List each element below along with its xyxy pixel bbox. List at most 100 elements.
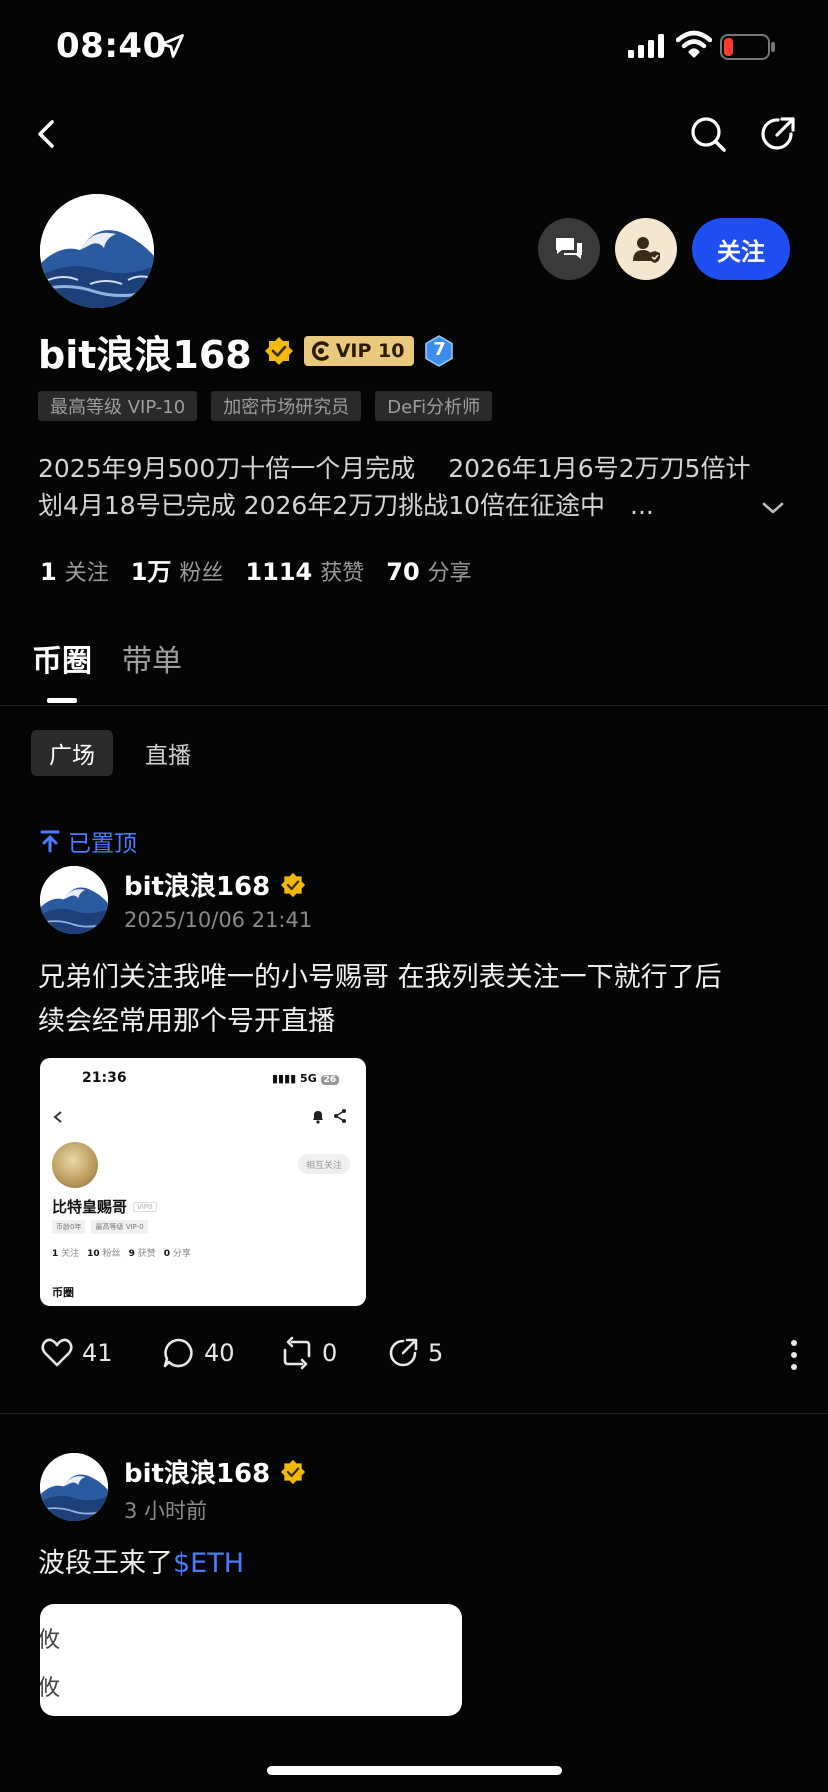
share-count: 5 <box>428 1339 444 1367</box>
image-stat-number: 0 <box>163 1249 170 1259</box>
repost-count: 0 <box>322 1339 338 1367</box>
post-divider <box>0 1413 828 1414</box>
sub-tabs: 广场 直播 <box>31 730 209 776</box>
user-shield-button[interactable] <box>615 218 677 280</box>
post-text[interactable]: 兄弟们关注我唯一的小号赐哥 在我列表关注一下就行了后 续会经常用那个号开直播 <box>38 956 798 1044</box>
image-tags: 币龄0年 最高等级 VIP-0 <box>52 1220 148 1234</box>
post-author-avatar[interactable] <box>40 866 108 934</box>
verified-badge-icon <box>264 337 293 365</box>
image-stat-label: 粉丝 <box>102 1249 121 1259</box>
profile-tag: 加密市场研究员 <box>211 391 362 421</box>
stat-likes: 1114 获赞 <box>245 555 364 587</box>
location-arrow-icon <box>160 34 184 58</box>
divider <box>0 705 828 706</box>
verified-badge-icon <box>281 872 306 897</box>
chevron-down-icon[interactable] <box>760 498 786 518</box>
like-count: 41 <box>82 1339 113 1367</box>
stat-number: 1114 <box>245 558 313 586</box>
image-stat-number: 10 <box>87 1249 100 1259</box>
post-text-body: 波段王来了 <box>38 1548 173 1579</box>
level-badge: 7 <box>424 335 454 367</box>
status-bar: 08:40 <box>0 0 828 94</box>
profile-tag: 最高等级 VIP-10 <box>38 391 198 421</box>
subtab-live[interactable]: 直播 <box>127 730 209 776</box>
repost-button[interactable]: 0 <box>280 1336 337 1370</box>
back-icon[interactable] <box>30 114 66 154</box>
vip-badge: VIP 10 <box>303 336 415 366</box>
vip-logo-icon <box>311 341 329 361</box>
image-tag: 最高等级 VIP-0 <box>91 1220 148 1234</box>
image-avatar <box>52 1142 98 1188</box>
profile-bio[interactable]: 2025年9月500刀十倍一个月完成 2026年1月6号2万刀5倍计 划4月18… <box>38 450 788 524</box>
image-stat: 1 关注 <box>52 1246 79 1259</box>
image-mutual-follow: 相互关注 <box>298 1154 351 1174</box>
profile-stats: 1 关注 1万 粉丝 1114 获赞 70 分享 <box>40 552 472 587</box>
post-actions: 41 40 0 5 <box>40 1336 800 1376</box>
stat-number: 70 <box>386 558 420 586</box>
stat-shares: 70 分享 <box>386 555 471 587</box>
post-author-avatar[interactable] <box>40 1453 108 1521</box>
post-text-line: 续会经常用那个号开直播 <box>38 1006 335 1037</box>
stat-followers[interactable]: 1万 粉丝 <box>131 552 224 587</box>
more-vertical-icon[interactable] <box>788 1338 800 1372</box>
image-status-signal: ▮▮▮▮ 5G 26 <box>272 1072 340 1085</box>
bell-icon <box>313 1111 323 1124</box>
comment-bubble-icon <box>163 1338 193 1368</box>
comment-count: 40 <box>204 1339 235 1367</box>
home-indicator[interactable] <box>267 1766 562 1775</box>
post-author-row: bit浪浪168 <box>124 866 306 903</box>
share-nodes-icon <box>334 1109 346 1123</box>
post-text-line: 兄弟们关注我唯一的小号赐哥 在我列表关注一下就行了后 <box>38 962 722 993</box>
tab-copy-trading[interactable]: 带单 <box>122 636 182 680</box>
image-tag: 币龄0年 <box>52 1220 86 1234</box>
cashtag-link[interactable]: $ETH <box>173 1548 244 1579</box>
tab-coin-circle[interactable]: 币圈 <box>32 636 92 680</box>
level-number: 7 <box>433 339 446 360</box>
image-stat-number: 9 <box>128 1249 135 1259</box>
profile-name-row: bit浪浪168 VIP 10 7 <box>38 326 454 377</box>
battery-low-icon <box>720 34 775 60</box>
post-author-name[interactable]: bit浪浪168 <box>124 1453 270 1490</box>
post-image-screenshot[interactable]: 21:36 ▮▮▮▮ 5G 26 相互关注 比特皇赐哥 VIP0 币龄0年 最高… <box>40 1058 366 1306</box>
post-text[interactable]: 波段王来了$ETH <box>38 1542 798 1586</box>
follow-button[interactable]: 关注 <box>692 218 790 280</box>
heart-icon <box>41 1338 73 1367</box>
bio-line: 2025年9月500刀十倍一个月完成 2026年1月6号2万刀5倍计 <box>38 454 751 483</box>
post-author-row: bit浪浪168 <box>124 1453 306 1490</box>
wave-avatar-image <box>40 866 108 934</box>
image-signal-bars: ▮▮▮▮ <box>272 1072 301 1085</box>
content-tabs: 币圈 带单 <box>32 636 182 680</box>
image-stat-label: 关注 <box>61 1249 80 1259</box>
profile-tag: DeFi分析师 <box>375 391 493 421</box>
status-time: 08:40 <box>56 26 167 66</box>
top-nav <box>0 100 828 170</box>
post-timestamp: 2025/10/06 21:41 <box>124 908 313 932</box>
stat-following[interactable]: 1 关注 <box>40 555 109 587</box>
share-button[interactable]: 5 <box>386 1336 443 1370</box>
image-status-time: 21:36 <box>82 1070 127 1086</box>
profile-tags: 最高等级 VIP-10 加密市场研究员 DeFi分析师 <box>38 391 493 421</box>
post-author-name[interactable]: bit浪浪168 <box>124 866 270 903</box>
subtab-square[interactable]: 广场 <box>31 730 113 776</box>
wifi-icon <box>676 30 712 58</box>
verified-badge-icon <box>281 1459 306 1484</box>
repost-icon <box>283 1336 311 1370</box>
comment-button[interactable]: 40 <box>162 1336 235 1370</box>
profile-name: bit浪浪168 <box>38 332 252 377</box>
like-button[interactable]: 41 <box>40 1336 113 1370</box>
stat-label: 分享 <box>427 561 472 586</box>
stat-number: 1 <box>40 558 57 586</box>
message-button[interactable] <box>538 218 600 280</box>
share-icon[interactable] <box>758 114 798 154</box>
profile-avatar[interactable] <box>40 194 154 308</box>
stat-label: 关注 <box>64 561 109 586</box>
wave-avatar-image <box>40 194 154 308</box>
search-icon[interactable] <box>688 114 728 154</box>
image-stat-number: 1 <box>52 1249 59 1259</box>
image-network: 5G <box>300 1072 317 1085</box>
post-image[interactable]: 攸 攸 <box>40 1604 462 1716</box>
chat-icon <box>556 238 582 259</box>
image-battery: 26 <box>320 1075 340 1085</box>
image-stat-label: 获赞 <box>137 1249 156 1259</box>
image-vip-tag: VIP0 <box>133 1201 157 1212</box>
